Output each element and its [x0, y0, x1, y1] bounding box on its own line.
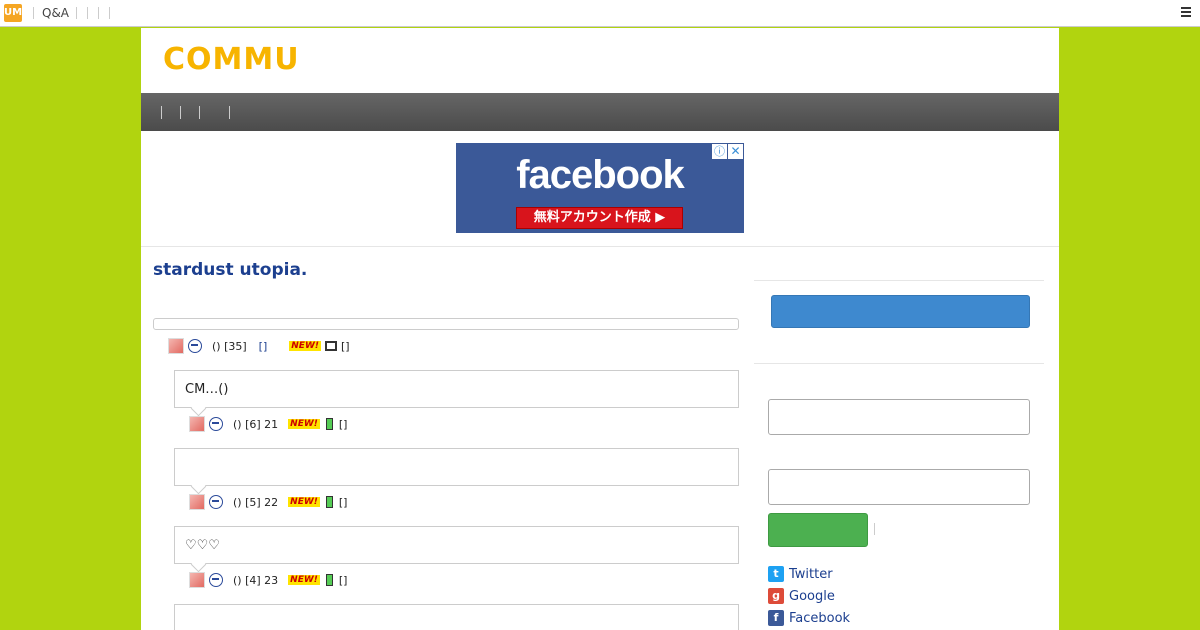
divider — [33, 7, 34, 19]
login-button[interactable] — [768, 513, 868, 547]
twitter-login-link[interactable]: t Twitter — [768, 566, 833, 582]
report-link[interactable]: [] — [339, 574, 348, 587]
phone-icon — [325, 574, 333, 586]
pc-icon — [324, 341, 337, 351]
reply-body: CM…() — [185, 382, 229, 397]
top-bar: UM Q&A — [0, 0, 1200, 27]
cat-icon — [209, 417, 223, 431]
facebook-icon: f — [768, 610, 784, 626]
reply-meta: () [4] 23 NEW! [] — [189, 571, 347, 589]
reply-message — [174, 604, 739, 630]
divider — [76, 7, 77, 19]
ad-headline: facebook — [516, 153, 685, 197]
divider — [87, 7, 88, 19]
reply-message: ♡♡♡ — [174, 526, 739, 564]
login-id-input[interactable] — [768, 399, 1030, 435]
cat-icon — [209, 495, 223, 509]
qa-link[interactable]: Q&A — [42, 6, 69, 20]
avatar[interactable] — [189, 572, 205, 588]
facebook-ad-banner[interactable]: facebook 無料アカウント作成 ▶ ⓘ ✕ — [456, 143, 744, 233]
report-link[interactable]: [] — [339, 496, 348, 509]
reply-body: ♡♡♡ — [185, 538, 220, 553]
report-link[interactable]: [] — [339, 418, 348, 431]
divider — [109, 7, 110, 19]
reply-count: () [5] 22 — [233, 495, 279, 509]
google-label: Google — [789, 588, 835, 604]
nav-bar — [141, 93, 1059, 131]
post-meta: () [35] [] NEW! [] — [168, 337, 350, 355]
reply-count: () [6] 21 — [233, 417, 279, 431]
phone-icon — [325, 496, 333, 508]
divider — [141, 246, 1059, 247]
divider — [98, 7, 99, 19]
ad-info-icon[interactable]: ⓘ — [712, 144, 727, 159]
new-badge: NEW! — [289, 341, 321, 351]
reply-link[interactable]: [] — [259, 340, 268, 353]
facebook-login-link[interactable]: f Facebook — [768, 610, 850, 626]
reply-meta: () [6] 21 NEW! [] — [189, 415, 347, 433]
new-badge: NEW! — [288, 419, 320, 429]
report-link[interactable]: [] — [341, 340, 350, 353]
cat-icon — [209, 573, 223, 587]
nav-divider — [161, 106, 162, 119]
google-login-link[interactable]: g Google — [768, 588, 835, 604]
ad-close-icon[interactable]: ✕ — [728, 144, 743, 159]
reply-meta: () [5] 22 NEW! [] — [189, 493, 347, 511]
avatar[interactable] — [168, 338, 184, 354]
reply-message: CM…() — [174, 370, 739, 408]
primary-button[interactable] — [771, 295, 1030, 328]
google-icon: g — [768, 588, 784, 604]
site-logo[interactable]: COMMU — [163, 42, 300, 77]
nav-divider — [199, 106, 200, 119]
new-badge: NEW! — [288, 497, 320, 507]
um-logo[interactable]: UM — [4, 4, 22, 22]
divider — [754, 363, 1044, 364]
ad-cta-button[interactable]: 無料アカウント作成 ▶ — [516, 207, 683, 229]
twitter-icon: t — [768, 566, 784, 582]
password-input[interactable] — [768, 469, 1030, 505]
top-post-box — [153, 318, 739, 330]
avatar[interactable] — [189, 494, 205, 510]
avatar[interactable] — [189, 416, 205, 432]
cat-icon — [188, 339, 202, 353]
facebook-label: Facebook — [789, 610, 851, 626]
twitter-label: Twitter — [789, 566, 833, 582]
divider — [754, 280, 1044, 281]
post-count: () [35] — [212, 339, 247, 353]
new-badge: NEW! — [288, 575, 320, 585]
nav-divider — [180, 106, 181, 119]
divider — [874, 523, 875, 535]
reply-message — [174, 448, 739, 486]
phone-icon — [325, 418, 333, 430]
thread-title[interactable]: stardust utopia. — [153, 260, 307, 280]
nav-divider — [229, 106, 230, 119]
reply-count: () [4] 23 — [233, 573, 279, 587]
menu-icon[interactable] — [1181, 7, 1191, 19]
main-panel: COMMU facebook 無料アカウント作成 ▶ ⓘ ✕ stardust … — [141, 28, 1059, 630]
